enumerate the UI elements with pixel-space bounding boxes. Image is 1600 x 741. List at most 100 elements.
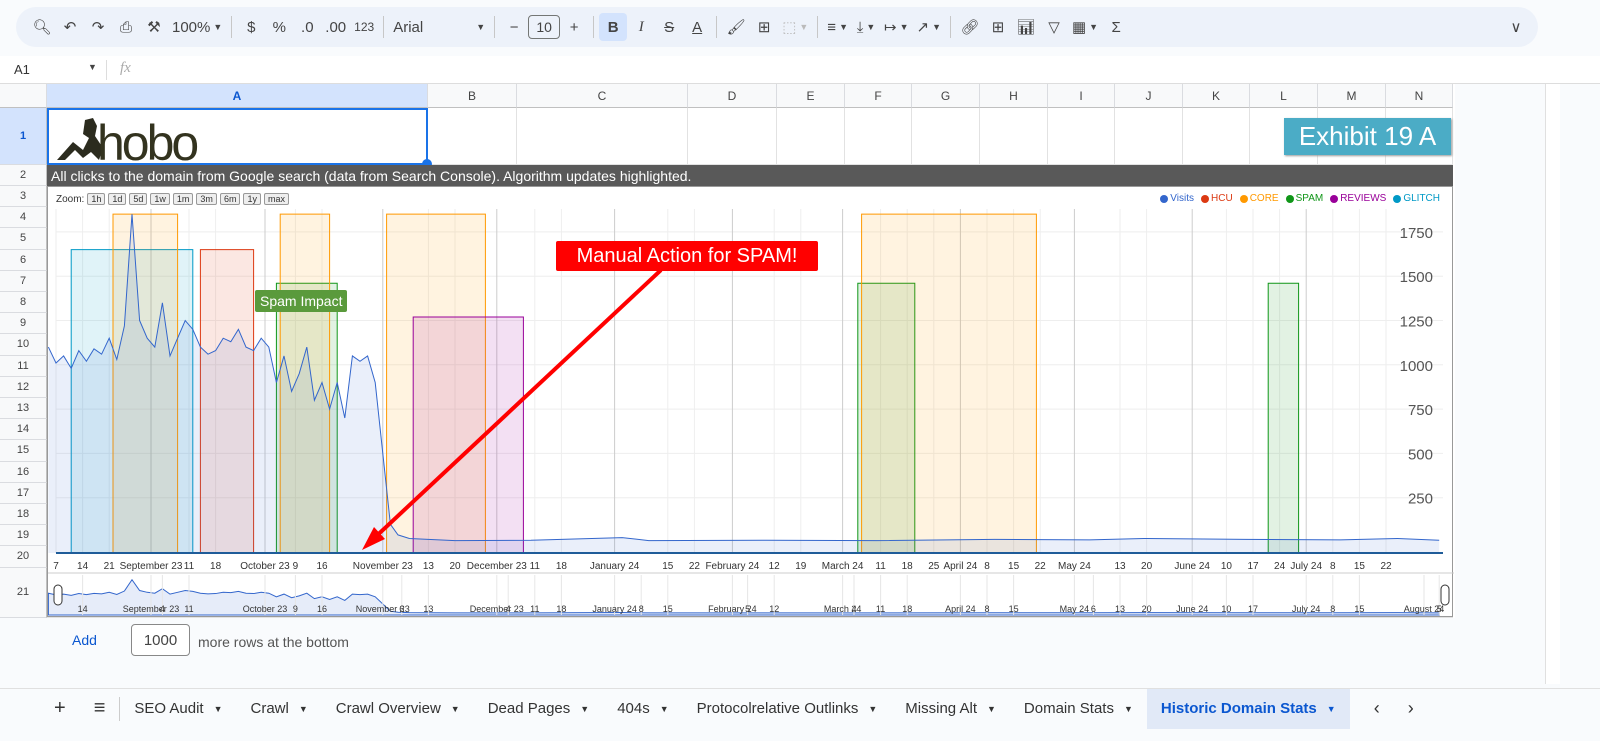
- chevron-down-icon[interactable]: ▼: [214, 704, 223, 714]
- column-header[interactable]: C: [517, 84, 688, 108]
- column-header[interactable]: G: [912, 84, 980, 108]
- strikethrough-icon[interactable]: S: [655, 13, 683, 41]
- search-menus-icon[interactable]: 🔍︎: [28, 13, 56, 41]
- filter-views-icon[interactable]: ▦ ▼: [1068, 13, 1102, 41]
- column-header[interactable]: E: [777, 84, 845, 108]
- currency-button[interactable]: $: [237, 13, 265, 41]
- chevron-down-icon[interactable]: ▼: [660, 704, 669, 714]
- row-header[interactable]: 18: [0, 504, 47, 526]
- row-header[interactable]: 4: [0, 207, 47, 229]
- italic-button[interactable]: I: [627, 13, 655, 41]
- chevron-down-icon[interactable]: ▼: [88, 62, 97, 72]
- number-format-button[interactable]: 123: [350, 13, 378, 41]
- font-size-input[interactable]: 10: [528, 15, 561, 39]
- cell-a1[interactable]: hobo: [47, 108, 432, 169]
- sheet-tab[interactable]: Crawl Overview ▼: [322, 689, 474, 729]
- column-header[interactable]: I: [1048, 84, 1115, 108]
- collapse-toolbar-chevron-icon[interactable]: ∨: [1502, 13, 1530, 41]
- sheet-tab[interactable]: Dead Pages ▼: [474, 689, 603, 729]
- row-header[interactable]: 14: [0, 419, 47, 441]
- vertical-scrollbar[interactable]: [1545, 84, 1560, 684]
- chevron-down-icon[interactable]: ▼: [451, 704, 460, 714]
- row-header[interactable]: 7: [0, 270, 47, 292]
- row-header[interactable]: 17: [0, 482, 47, 504]
- paint-format-icon[interactable]: ⚒: [140, 13, 168, 41]
- percent-button[interactable]: %: [265, 13, 293, 41]
- column-header[interactable]: L: [1250, 84, 1318, 108]
- font-select[interactable]: Arial ▼: [389, 13, 489, 41]
- font-size-increase-button[interactable]: +: [560, 13, 588, 41]
- row-header[interactable]: 8: [0, 292, 47, 314]
- chevron-down-icon[interactable]: ▼: [299, 704, 308, 714]
- text-color-button[interactable]: A: [683, 13, 711, 41]
- add-rows-count-input[interactable]: 1000: [131, 624, 190, 656]
- row-header[interactable]: 9: [0, 313, 47, 335]
- scroll-tabs-right-icon[interactable]: ›: [1394, 689, 1428, 729]
- row-header[interactable]: 6: [0, 249, 47, 271]
- increase-decimal-button[interactable]: .00: [321, 13, 350, 41]
- column-header[interactable]: D: [688, 84, 777, 108]
- select-all-corner[interactable]: [0, 84, 47, 108]
- font-size-decrease-button[interactable]: −: [500, 13, 528, 41]
- name-box[interactable]: A1: [14, 62, 30, 77]
- redo-icon[interactable]: ↷: [84, 13, 112, 41]
- text-rotation-icon[interactable]: ↗ ▼: [912, 13, 945, 41]
- chevron-down-icon[interactable]: ▼: [1124, 704, 1133, 714]
- print-icon[interactable]: ⎙: [112, 13, 140, 41]
- fill-color-icon[interactable]: 🖌︎: [722, 13, 750, 41]
- horizontal-align-icon[interactable]: ≡ ▼: [823, 13, 852, 41]
- chevron-down-icon[interactable]: ▼: [580, 704, 589, 714]
- filter-icon[interactable]: ▽: [1040, 13, 1068, 41]
- chevron-down-icon[interactable]: ▼: [868, 704, 877, 714]
- chevron-down-icon[interactable]: ▼: [1327, 704, 1336, 714]
- row-header[interactable]: 3: [0, 186, 47, 208]
- borders-icon[interactable]: ⊞: [750, 13, 778, 41]
- row-header[interactable]: 2: [0, 165, 47, 186]
- vertical-align-icon[interactable]: ⤓ ▼: [852, 13, 880, 41]
- column-header[interactable]: F: [845, 84, 912, 108]
- all-sheets-menu-icon[interactable]: ≡: [80, 689, 120, 729]
- chevron-down-icon[interactable]: ▼: [987, 704, 996, 714]
- sheet-tab[interactable]: SEO Audit ▼: [120, 689, 236, 729]
- scroll-tabs-left-icon[interactable]: ‹: [1360, 689, 1394, 729]
- row-header[interactable]: 5: [0, 228, 47, 250]
- navigator-right-handle[interactable]: [1440, 584, 1450, 606]
- row-header[interactable]: 15: [0, 440, 47, 462]
- sheet-tab[interactable]: Missing Alt ▼: [891, 689, 1010, 729]
- row-header[interactable]: 10: [0, 334, 47, 356]
- bold-button[interactable]: B: [599, 13, 628, 41]
- column-header[interactable]: K: [1183, 84, 1250, 108]
- formula-input[interactable]: [145, 56, 1545, 84]
- column-header[interactable]: N: [1386, 84, 1453, 108]
- column-header[interactable]: B: [428, 84, 517, 108]
- row-header[interactable]: 19: [0, 525, 47, 547]
- text-wrapping-icon[interactable]: ↦ ▼: [880, 13, 913, 41]
- merge-cells-icon[interactable]: ⬚ ▼: [778, 13, 812, 41]
- row-header[interactable]: 13: [0, 398, 47, 420]
- comment-icon[interactable]: ⊞: [984, 13, 1012, 41]
- column-header[interactable]: H: [980, 84, 1048, 108]
- functions-icon[interactable]: Σ: [1102, 13, 1130, 41]
- row-header[interactable]: 16: [0, 461, 47, 483]
- add-rows-button[interactable]: Add: [72, 632, 97, 648]
- row-header[interactable]: 11: [0, 355, 47, 377]
- row-header[interactable]: 12: [0, 376, 47, 398]
- link-icon[interactable]: 🔗︎: [956, 13, 984, 41]
- row-header[interactable]: 1: [0, 108, 47, 165]
- sheet-tab[interactable]: Protocolrelative Outlinks ▼: [683, 689, 892, 729]
- navigator-left-handle[interactable]: [53, 584, 63, 606]
- column-header[interactable]: J: [1115, 84, 1183, 108]
- decrease-decimal-button[interactable]: .0: [293, 13, 321, 41]
- column-header[interactable]: M: [1318, 84, 1386, 108]
- row-header[interactable]: 21: [0, 567, 47, 618]
- row-header[interactable]: 20: [0, 546, 47, 568]
- zoom-select[interactable]: 100% ▼: [168, 13, 226, 41]
- sheet-tab[interactable]: 404s ▼: [603, 689, 682, 729]
- sheet-tab[interactable]: Domain Stats ▼: [1010, 689, 1147, 729]
- chart-icon[interactable]: 📊︎: [1012, 13, 1040, 41]
- column-header[interactable]: A: [47, 84, 428, 108]
- sheet-tab[interactable]: Crawl ▼: [237, 689, 322, 729]
- add-sheet-icon[interactable]: +: [0, 689, 80, 729]
- undo-icon[interactable]: ↶: [56, 13, 84, 41]
- sheet-tab[interactable]: Historic Domain Stats ▼: [1146, 688, 1350, 729]
